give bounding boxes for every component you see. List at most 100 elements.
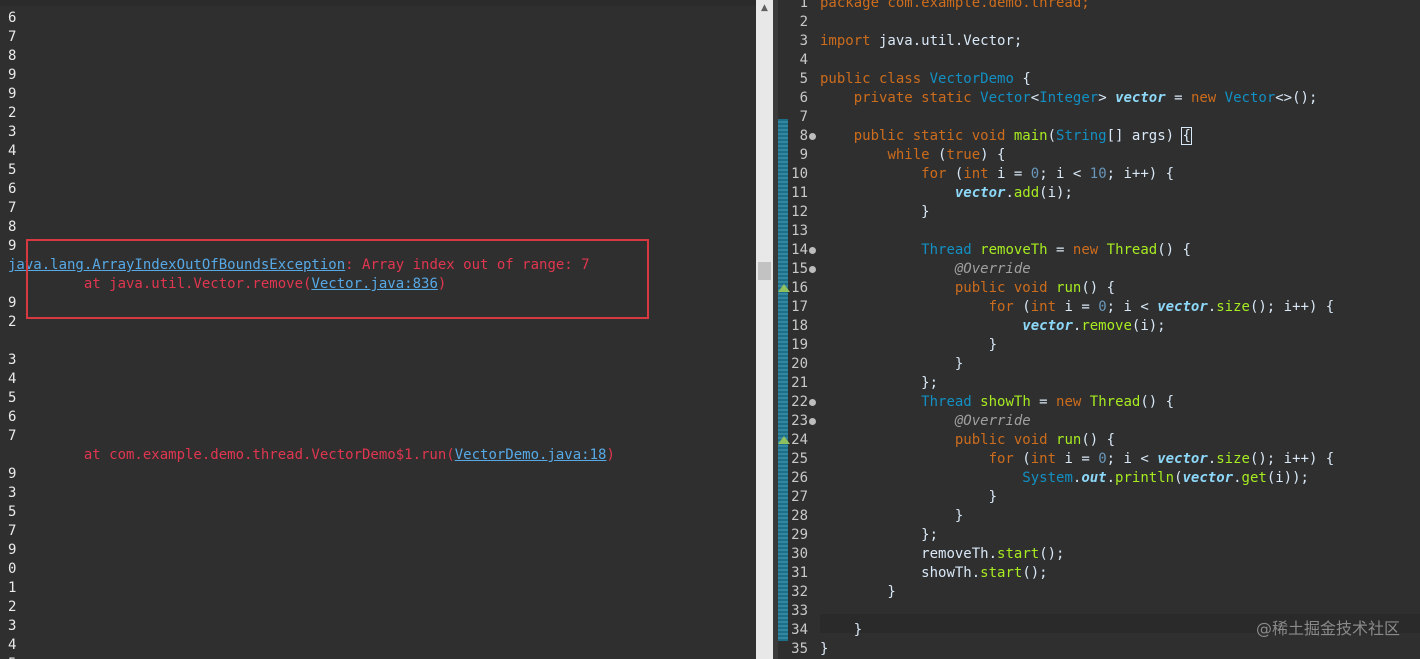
console-output-line: 3 <box>8 124 17 140</box>
code-line[interactable]: public class VectorDemo { <box>820 70 1031 89</box>
code-line[interactable]: vector.add(i); <box>820 184 1073 203</box>
fold-toggle-icon[interactable] <box>809 247 816 254</box>
code-line[interactable]: private static Vector<Integer> vector = … <box>820 89 1318 108</box>
code-token: } <box>820 622 863 638</box>
code-token: package com.example.demo.thread; <box>820 0 1090 11</box>
fold-toggle-icon[interactable] <box>809 133 816 140</box>
code-token: . <box>988 546 998 562</box>
line-number: 20 <box>791 356 808 372</box>
code-token: Thread <box>1089 394 1141 410</box>
code-token: (); <box>1022 565 1048 581</box>
console-output-line: 5 <box>8 504 17 520</box>
scroll-up-arrow-icon[interactable]: ▲ <box>756 0 773 17</box>
code-token: { <box>1013 71 1031 87</box>
code-line[interactable]: @Override <box>820 260 1031 279</box>
code-token: ( <box>1013 299 1031 315</box>
code-line[interactable]: }; <box>820 374 938 393</box>
override-marker-icon[interactable] <box>778 284 790 292</box>
console-output-line: 4 <box>8 143 17 159</box>
code-line[interactable]: vector.remove(i); <box>820 317 1165 336</box>
code-token: } <box>820 489 998 505</box>
code-token: remove <box>1081 318 1132 334</box>
console-output-line: 2 <box>8 105 17 121</box>
code-token: . <box>1005 185 1014 201</box>
code-line[interactable]: for (int i = 0; i < vector.size(); i++) … <box>820 450 1335 469</box>
code-line[interactable]: public void run() { <box>820 279 1115 298</box>
code-line[interactable]: package com.example.demo.thread; <box>820 0 1090 13</box>
code-token: i = <box>988 166 1031 182</box>
code-token: (); <box>1039 546 1065 562</box>
code-line[interactable]: System.out.println(vector.get(i)); <box>820 469 1309 488</box>
code-token: = <box>1165 90 1191 106</box>
code-line[interactable]: } <box>820 507 963 526</box>
code-line[interactable]: } <box>820 583 895 602</box>
code-line[interactable]: removeTh.start(); <box>820 545 1064 564</box>
code-token: (); i++) { <box>1249 299 1335 315</box>
code-line[interactable]: } <box>820 336 997 355</box>
code-token: start <box>980 565 1023 581</box>
console-output-line: 9 <box>8 67 17 83</box>
code-token: @Override <box>954 413 1031 429</box>
line-number: 14 <box>791 242 808 258</box>
code-token: i = <box>1056 299 1099 315</box>
stacktrace-link[interactable]: VectorDemo.java:18 <box>455 447 607 463</box>
code-token: 10 <box>1089 166 1107 182</box>
line-number: 17 <box>791 299 808 315</box>
code-token: vector <box>954 185 1006 201</box>
code-token: VectorDemo <box>929 71 1014 87</box>
code-token: ; i < <box>1039 166 1090 182</box>
code-token: run <box>1056 432 1082 448</box>
code-line[interactable]: public void run() { <box>820 431 1115 450</box>
line-number: 32 <box>791 584 808 600</box>
console-error-line: at com.example.demo.thread.VectorDemo$1.… <box>8 446 615 465</box>
code-token: @Override <box>954 261 1031 277</box>
code-line[interactable]: public static void main(String[] args) { <box>820 127 1192 146</box>
stacktrace-link[interactable]: Vector.java:836 <box>311 276 437 292</box>
console-output-line: 9 <box>8 86 17 102</box>
code-token: vector <box>1115 90 1166 106</box>
fold-toggle-icon[interactable] <box>809 418 816 425</box>
console-panel[interactable]: 6 7 8 9 9 2 3 4 5 6 7 8 9 java.lang.ArrayIndexOutOfBo… <box>0 0 756 659</box>
code-line[interactable]: } <box>820 203 929 222</box>
code-line[interactable]: while (true) { <box>820 146 1005 165</box>
code-token: out <box>1081 470 1107 486</box>
line-number: 6 <box>799 90 808 106</box>
override-marker-icon[interactable] <box>778 436 790 444</box>
code-token: while <box>887 147 930 163</box>
console-scrollbar[interactable]: ▲ <box>756 0 773 659</box>
code-token: [] <box>1106 128 1132 144</box>
stacktrace-link[interactable]: java.lang.ArrayIndexOutOfBoundsException <box>8 257 345 273</box>
code-token: add <box>1013 185 1040 201</box>
code-line[interactable]: } <box>820 640 828 659</box>
code-token: > <box>1098 90 1116 106</box>
code-line[interactable]: Thread showTh = new Thread() { <box>820 393 1174 412</box>
console-error-line: java.lang.ArrayIndexOutOfBoundsException… <box>8 256 590 275</box>
code-line[interactable]: } <box>820 488 997 507</box>
code-line[interactable]: showTh.start(); <box>820 564 1048 583</box>
code-token: println <box>1115 470 1175 486</box>
line-number: 31 <box>791 565 808 581</box>
code-token: ; i < <box>1106 451 1158 467</box>
console-output-line: 6 <box>8 10 17 26</box>
code-line[interactable]: } <box>820 621 862 640</box>
fold-toggle-icon[interactable] <box>809 399 816 406</box>
code-token: showTh <box>921 565 972 581</box>
code-line[interactable]: } <box>820 355 963 374</box>
code-line[interactable]: }; <box>820 526 938 545</box>
code-line[interactable]: for (int i = 0; i < 10; i++) { <box>820 165 1174 184</box>
console-output-line: 4 <box>8 371 17 387</box>
code-editor[interactable]: 1 package com.example.demo.thread; 2 3 impor… <box>778 0 1420 659</box>
fold-toggle-icon[interactable] <box>809 266 816 273</box>
code-line[interactable]: @Override <box>820 412 1031 431</box>
code-line[interactable]: Thread removeTh = new Thread() { <box>820 241 1191 260</box>
code-line[interactable]: import java.util.Vector; <box>820 32 1022 51</box>
code-line[interactable]: for (int i = 0; i < vector.size(); i++) … <box>820 298 1335 317</box>
scrollbar-thumb[interactable] <box>758 262 771 280</box>
